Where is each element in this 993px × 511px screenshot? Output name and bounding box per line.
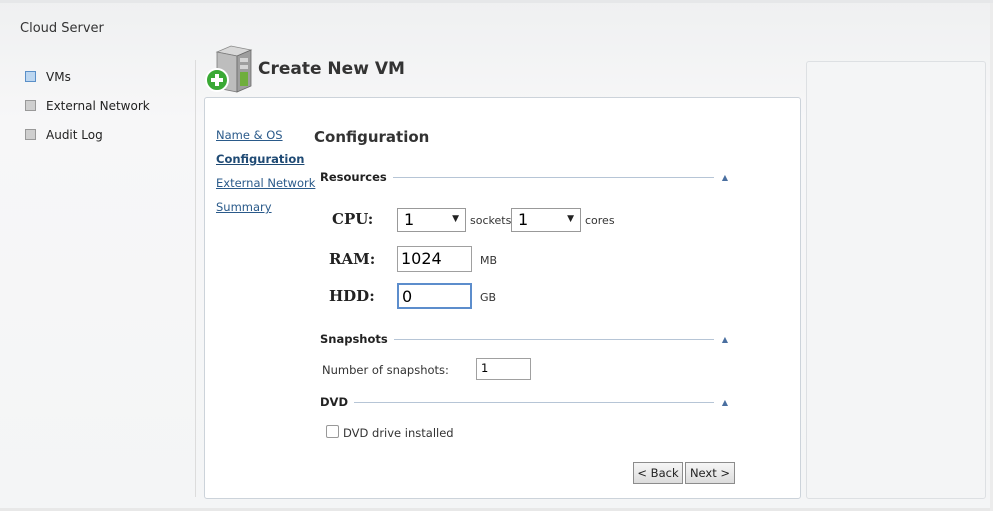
sidebar: VMs External Network Audit Log <box>15 62 195 149</box>
nav-square-icon <box>25 129 36 140</box>
cores-unit: cores <box>585 214 615 227</box>
step-external-network-link[interactable]: External Network <box>216 176 315 190</box>
sidebar-item-external-network[interactable]: External Network <box>15 91 195 120</box>
select-value: 1 <box>404 210 415 229</box>
input-value: 1 <box>481 361 489 375</box>
ram-label: RAM: <box>329 250 376 268</box>
collapse-arrow-icon[interactable]: ▲ <box>722 335 728 344</box>
dropdown-caret-icon: ▼ <box>567 214 574 224</box>
cpu-label: CPU: <box>332 210 374 228</box>
sidebar-item-label: VMs <box>46 69 71 84</box>
step-configuration-link[interactable]: Configuration <box>216 152 315 166</box>
section-label: Resources <box>320 170 393 184</box>
sidebar-item-vms[interactable]: VMs <box>15 62 195 91</box>
page-title: Create New VM <box>258 59 405 79</box>
sidebar-item-label: External Network <box>46 98 150 113</box>
section-rule <box>320 402 714 403</box>
section-label: DVD <box>320 395 354 409</box>
cpu-cores-select[interactable]: 1 ▼ <box>511 208 581 232</box>
server-add-icon <box>205 45 253 93</box>
hdd-label: HDD: <box>329 287 375 305</box>
snapshots-input[interactable]: 1 <box>476 358 531 380</box>
hdd-unit: GB <box>480 291 497 304</box>
section-title: Configuration <box>314 128 430 146</box>
section-label: Snapshots <box>320 332 394 346</box>
sidebar-item-audit-log[interactable]: Audit Log <box>15 120 195 149</box>
input-value: 0 <box>402 287 413 306</box>
nav-square-icon <box>25 100 36 111</box>
ram-input[interactable]: 1024 <box>397 246 472 272</box>
collapse-arrow-icon[interactable]: ▲ <box>722 173 728 182</box>
hdd-input[interactable]: 0 <box>397 283 472 309</box>
resources-section-header[interactable]: Resources ▲ <box>320 170 728 184</box>
dvd-section-header[interactable]: DVD ▲ <box>320 395 728 409</box>
sidebar-divider <box>195 60 196 497</box>
snapshots-section-header[interactable]: Snapshots ▲ <box>320 332 728 346</box>
nav-square-icon <box>25 71 36 82</box>
sidebar-item-label: Audit Log <box>46 127 103 142</box>
wizard-panel: Name & OS Configuration External Network… <box>204 97 801 499</box>
input-value: 1024 <box>401 249 442 268</box>
step-name-os-link[interactable]: Name & OS <box>216 128 315 142</box>
select-value: 1 <box>518 210 529 229</box>
ram-unit: MB <box>480 254 498 267</box>
wizard-steps: Name & OS Configuration External Network… <box>216 128 315 224</box>
collapse-arrow-icon[interactable]: ▲ <box>722 398 728 407</box>
right-side-pane <box>806 61 986 499</box>
cpu-sockets-select[interactable]: 1 ▼ <box>397 208 466 232</box>
step-summary-link[interactable]: Summary <box>216 200 315 214</box>
dropdown-caret-icon: ▼ <box>452 214 459 224</box>
dvd-checkbox-label[interactable]: DVD drive installed <box>343 426 454 440</box>
back-button[interactable]: < Back <box>633 462 683 484</box>
snapshots-label: Number of snapshots: <box>322 363 449 377</box>
app-title: Cloud Server <box>20 21 104 36</box>
sockets-unit: sockets <box>470 214 512 227</box>
dvd-checkbox[interactable] <box>326 425 339 438</box>
next-button[interactable]: Next > <box>685 462 735 484</box>
